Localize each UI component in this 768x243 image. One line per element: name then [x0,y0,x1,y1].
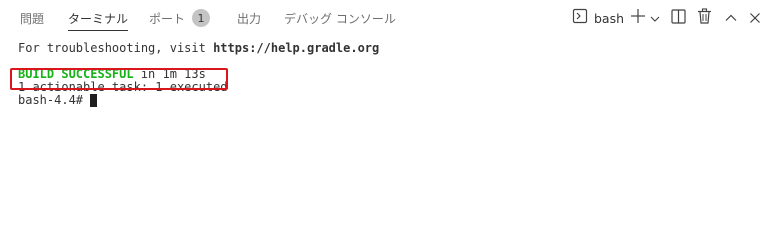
help-text: For troubleshooting, visit [18,41,214,55]
tab-terminal[interactable]: ターミナル [68,0,129,36]
terminal-line-help: For troubleshooting, visit https://help.… [18,42,758,55]
tab-problems[interactable]: 問題 [20,0,44,36]
terminal-shell-label: bash [594,10,625,26]
highlight-annotation-box [10,68,228,90]
terminal-line-prompt: bash-4.4# [18,94,758,107]
plus-icon [630,8,646,28]
tab-terminal-label: ターミナル [68,11,129,26]
terminal-cursor [90,94,98,107]
close-icon [749,9,761,28]
help-link[interactable]: https://help.gradle.org [213,41,379,55]
split-panel-icon [670,8,686,28]
chevron-down-icon [650,9,660,28]
tab-output[interactable]: 出力 [237,0,261,36]
chevron-up-icon [725,9,737,28]
trash-icon [697,8,712,28]
ports-count-badge: 1 [192,9,211,27]
tab-ports-label: ポート [149,11,186,26]
tab-problems-label: 問題 [20,11,45,26]
tab-output-label: 出力 [237,11,262,26]
tab-debug-console[interactable]: デバッグ コンソール [284,0,396,36]
tab-debug-console-label: デバッグ コンソール [284,11,396,26]
panel-header: 問題 ターミナル ポート 1 出力 デバッグ コンソール bash [0,0,768,36]
terminal-shell-icon [572,8,588,28]
terminal-shell-selector[interactable]: bash [572,8,625,28]
maximize-panel-button[interactable] [724,9,738,27]
close-panel-button[interactable] [748,9,762,27]
kill-terminal-button[interactable] [696,8,712,28]
shell-prompt: bash-4.4# [18,93,91,107]
split-terminal-button[interactable] [670,8,686,28]
tab-ports[interactable]: ポート 1 [149,0,211,36]
terminal-launch-profile-dropdown[interactable] [649,9,661,27]
new-terminal-button[interactable] [629,9,647,27]
